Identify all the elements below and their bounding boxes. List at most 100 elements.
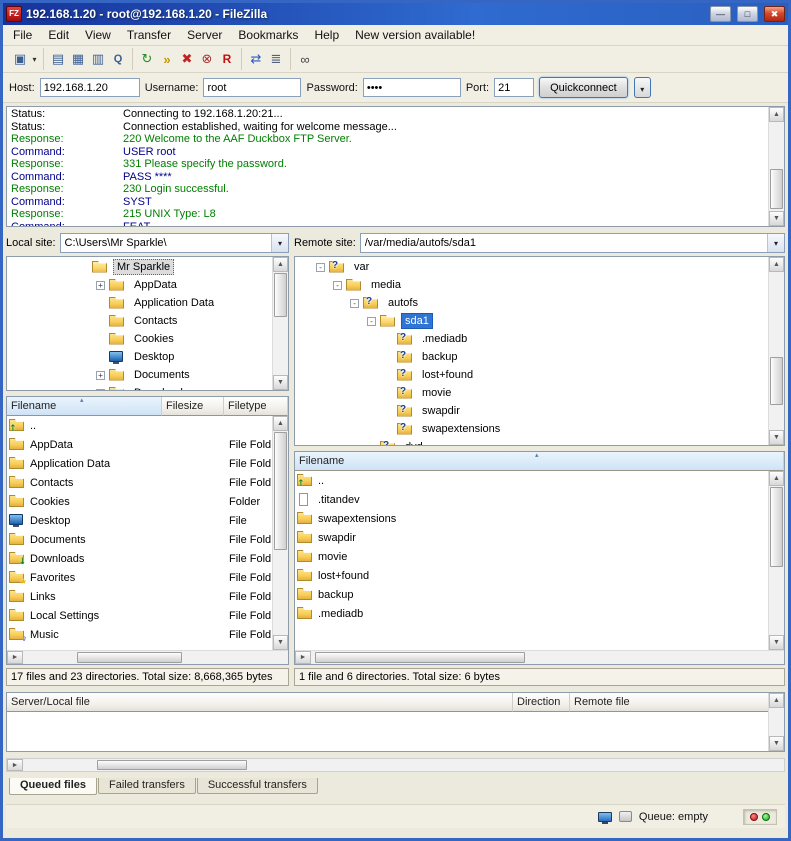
disconnect-icon[interactable]: ⊗ [197, 49, 217, 69]
scroll-down-icon[interactable] [769, 430, 784, 445]
file-row[interactable]: swapdir [297, 528, 767, 547]
close-button[interactable]: ✖ [764, 6, 785, 22]
tree-item[interactable]: swapextensions [295, 420, 767, 438]
file-row[interactable]: .. [297, 471, 767, 490]
tree-item[interactable]: Contacts [7, 312, 271, 330]
cancel-icon[interactable]: ✖ [177, 49, 197, 69]
menu-item[interactable]: New version available! [347, 26, 483, 44]
menu-item[interactable]: Server [179, 26, 230, 44]
column-header[interactable]: Filename [7, 397, 162, 416]
remote-list-hscrollbar[interactable] [295, 650, 784, 664]
queue-hscrollbar[interactable] [6, 758, 785, 772]
scroll-down-icon[interactable] [273, 375, 288, 390]
column-header[interactable]: Server/Local file [7, 693, 513, 712]
expander-icon[interactable] [384, 353, 393, 362]
scroll-down-icon[interactable] [769, 736, 784, 751]
expander-icon[interactable] [384, 425, 393, 434]
toggle-local-tree-icon[interactable]: ▦ [68, 49, 88, 69]
queue-tab[interactable]: Queued files [9, 778, 97, 795]
scroll-up-icon[interactable] [769, 257, 784, 272]
menu-item[interactable]: Transfer [119, 26, 179, 44]
expander-icon[interactable] [96, 353, 105, 362]
menu-item[interactable]: Edit [40, 26, 77, 44]
find-files-icon[interactable]: ∞ [295, 49, 315, 69]
menu-item[interactable]: File [5, 26, 40, 44]
expander-icon[interactable]: - [316, 263, 325, 272]
column-header[interactable]: Filesize [162, 397, 224, 416]
scroll-thumb[interactable] [315, 652, 525, 663]
queue-tab[interactable]: Successful transfers [197, 778, 318, 794]
remote-file-list[interactable]: Filename .. .titandev [294, 451, 785, 665]
tree-item[interactable]: + Documents [7, 366, 271, 384]
site-manager-dropdown-icon[interactable]: ▾ [30, 49, 39, 69]
expander-icon[interactable] [384, 335, 393, 344]
directory-comparison-icon[interactable]: ≣ [266, 49, 286, 69]
log-scrollbar[interactable] [768, 107, 784, 226]
expander-icon[interactable] [96, 317, 105, 326]
combo-dropdown-button[interactable] [767, 234, 784, 252]
host-input[interactable] [40, 78, 140, 97]
scroll-thumb[interactable] [770, 169, 783, 209]
file-row[interactable]: Documents File Folder [9, 530, 271, 549]
scroll-right-icon[interactable] [295, 651, 311, 664]
file-row[interactable]: lost+found [297, 566, 767, 585]
queue-scrollbar[interactable] [768, 693, 784, 751]
quickconnect-dropdown-button[interactable] [634, 77, 651, 98]
scroll-up-icon[interactable] [273, 257, 288, 272]
local-site-combo[interactable]: C:\Users\Mr Sparkle\ [60, 233, 289, 253]
tree-item[interactable]: swapdir [295, 402, 767, 420]
scroll-up-icon[interactable] [769, 471, 784, 486]
file-row[interactable]: .titandev [297, 490, 767, 509]
queue-body[interactable] [7, 712, 784, 751]
password-input[interactable] [363, 78, 461, 97]
expander-icon[interactable] [384, 371, 393, 380]
tray-activity-icon[interactable] [619, 811, 632, 822]
toggle-queue-icon[interactable]: Q [108, 49, 128, 69]
expander-icon[interactable]: + [96, 371, 105, 380]
transfer-queue[interactable]: Server/Local fileDirectionRemote file [6, 692, 785, 752]
column-header[interactable]: Filetype [224, 397, 288, 416]
local-file-list[interactable]: FilenameFilesizeFiletype .. [6, 396, 289, 665]
file-row[interactable]: swapextensions [297, 509, 767, 528]
scroll-up-icon[interactable] [769, 693, 784, 708]
expander-icon[interactable]: + [96, 389, 105, 391]
site-manager-icon[interactable]: ▣ [10, 49, 30, 69]
tree-item[interactable]: Application Data [7, 294, 271, 312]
port-input[interactable] [494, 78, 534, 97]
minimize-button[interactable]: — [710, 6, 731, 22]
file-row[interactable]: AppData File Folder [9, 435, 271, 454]
tree-item[interactable]: - media [295, 276, 767, 294]
message-log[interactable]: Status:Connecting to 192.168.1.20:21... … [6, 106, 785, 227]
tree-item[interactable]: Desktop [7, 348, 271, 366]
file-row[interactable]: Desktop File [9, 511, 271, 530]
remote-tree-scrollbar[interactable] [768, 257, 784, 445]
column-header[interactable]: Remote file [570, 693, 784, 712]
tray-monitor-icon[interactable] [598, 812, 612, 822]
refresh-icon[interactable]: ↻ [137, 49, 157, 69]
menu-item[interactable]: Bookmarks [230, 26, 306, 44]
username-input[interactable] [203, 78, 301, 97]
expander-icon[interactable]: + [96, 281, 105, 290]
column-header[interactable]: Filename [295, 452, 784, 471]
tree-item[interactable]: - autofs [295, 294, 767, 312]
scroll-thumb[interactable] [770, 487, 783, 567]
scroll-right-icon[interactable] [7, 759, 23, 771]
tree-item[interactable]: .mediadb [295, 330, 767, 348]
expander-icon[interactable] [384, 389, 393, 398]
local-tree-scrollbar[interactable] [272, 257, 288, 390]
tree-item[interactable]: Cookies [7, 330, 271, 348]
remote-list-scrollbar[interactable] [768, 471, 784, 650]
tree-item[interactable]: dvd [295, 438, 767, 445]
combo-dropdown-button[interactable] [271, 234, 288, 252]
file-row[interactable]: Links File Folder [9, 587, 271, 606]
file-row[interactable]: Local Settings File Folder [9, 606, 271, 625]
expander-icon[interactable]: - [350, 299, 359, 308]
scroll-thumb[interactable] [77, 652, 182, 663]
local-tree[interactable]: Mr Sparkle + AppData [6, 256, 289, 391]
scroll-thumb[interactable] [274, 273, 287, 317]
scroll-down-icon[interactable] [769, 211, 784, 226]
expander-icon[interactable]: - [367, 317, 376, 326]
menu-item[interactable]: Help [306, 26, 347, 44]
tree-item[interactable]: Mr Sparkle [7, 258, 271, 276]
process-queue-icon[interactable]: » [157, 49, 177, 69]
